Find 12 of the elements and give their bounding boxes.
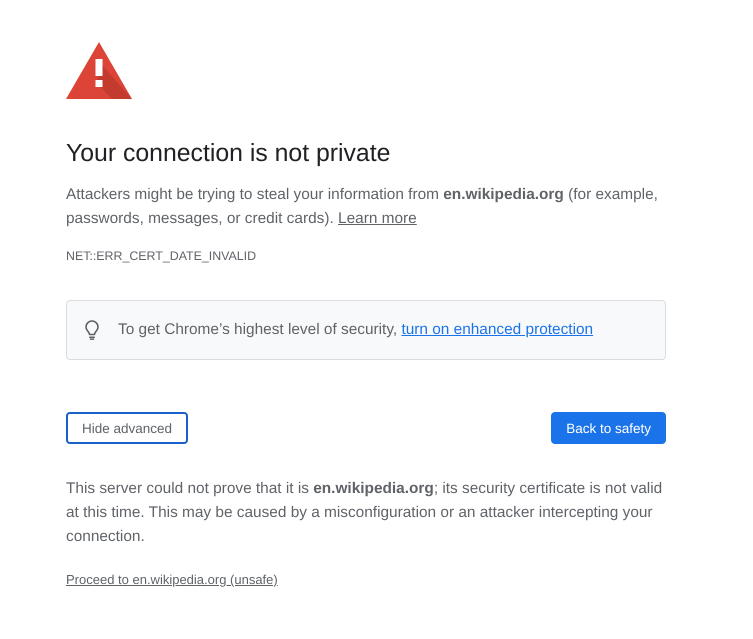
enhanced-protection-link[interactable]: turn on enhanced protection	[401, 321, 594, 338]
protection-tip-text: To get Chrome’s highest level of security, turn on enhanced protection	[118, 320, 594, 340]
details-text: This server could not prove that it is en.wikipedia.org; its security certificate is not valid at this time. This may be caused by a misconfiguration or an attacker intercepting your connection.	[66, 479, 664, 547]
back-to-safety-button[interactable]: Back to safety	[551, 412, 666, 444]
proceed-link[interactable]: Proceed to en.wikipedia.org (unsafe)	[66, 572, 278, 588]
error-code: NET::ERR_CERT_DATE_INVALID	[66, 248, 258, 264]
warning-triangle-icon	[66, 42, 132, 99]
hide-advanced-button[interactable]: Hide advanced	[66, 412, 188, 444]
lightbulb-icon	[85, 320, 99, 340]
learn-more-link[interactable]: Learn more	[338, 210, 417, 227]
page-heading: Your connection is not private	[66, 139, 392, 169]
warning-message: Attackers might be trying to steal your information from en.wikipedia.org (for example, passwords, messages, or credit cards). Learn more	[66, 185, 659, 229]
